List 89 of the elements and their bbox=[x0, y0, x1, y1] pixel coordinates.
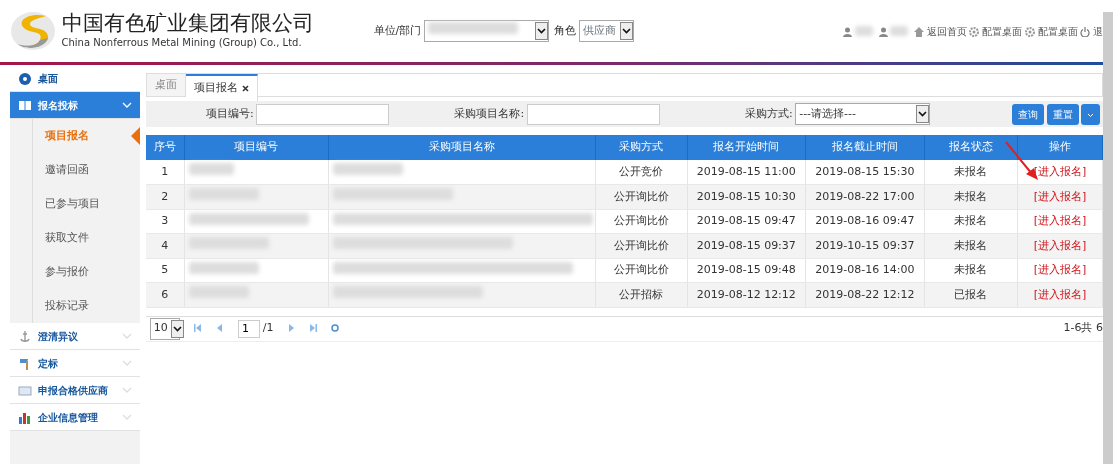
table-cell: 未报名 bbox=[924, 258, 1018, 283]
column-header: 报名开始时间 bbox=[687, 135, 806, 160]
table-cell: 4 bbox=[146, 233, 184, 258]
table-cell: 2 bbox=[146, 184, 184, 209]
table-cell: 2019-08-15 11:00 bbox=[687, 160, 806, 185]
role-label: 角色 bbox=[554, 22, 577, 39]
table-cell: 2019-08-15 10:30 bbox=[687, 184, 806, 209]
table-cell: 6 bbox=[146, 282, 184, 307]
table-cell: 公开询比价 bbox=[595, 258, 688, 283]
project-name-field[interactable] bbox=[526, 103, 660, 125]
sidebar-group[interactable]: 报名投标 bbox=[10, 92, 140, 119]
purchase-method-label: 采购方式: bbox=[744, 105, 793, 122]
company-name: 中国有色矿业集团有限公司 bbox=[61, 11, 314, 36]
sidebar-group[interactable]: 企业信息管理 bbox=[10, 404, 140, 431]
table-cell: 已报名 bbox=[924, 282, 1018, 307]
purchase-method-select[interactable]: ---请选择--- bbox=[795, 103, 931, 125]
table-cell: 2019-08-22 12:12 bbox=[805, 282, 925, 307]
table-cell: 公开竞价 bbox=[595, 160, 688, 185]
register-link[interactable]: [进入报名] bbox=[1033, 263, 1087, 276]
sidebar-item[interactable]: 参与报价 bbox=[32, 255, 140, 289]
header-link[interactable]: 返回首页 bbox=[913, 23, 967, 39]
unit-select[interactable] bbox=[423, 20, 549, 42]
table-cell: 未报名 bbox=[924, 184, 1018, 209]
register-link[interactable]: [进入报名] bbox=[1033, 214, 1087, 227]
table-cell: 未报名 bbox=[924, 233, 1018, 258]
caret-icon bbox=[1087, 112, 1095, 118]
table-cell: 2019-08-15 15:30 bbox=[805, 160, 925, 185]
table-cell: 2019-08-16 09:47 bbox=[805, 209, 925, 234]
unit-label: 单位/部门 bbox=[373, 22, 422, 39]
table-cell: 5 bbox=[146, 258, 184, 283]
column-header: 操作 bbox=[1017, 135, 1103, 160]
dropdown-caret-icon bbox=[620, 22, 634, 40]
logo-icon bbox=[10, 10, 56, 52]
sidebar-group[interactable]: 桌面 bbox=[10, 65, 140, 92]
tab[interactable]: 项目报名 bbox=[186, 74, 258, 101]
column-header: 序号 bbox=[146, 135, 184, 160]
sidebar-item[interactable]: 获取文件 bbox=[32, 221, 140, 255]
table-cell: 2019-08-12 12:12 bbox=[687, 282, 806, 307]
table-cell: 2019-08-15 09:37 bbox=[687, 233, 806, 258]
table-cell: 1 bbox=[146, 160, 184, 185]
column-header: 项目编号 bbox=[184, 135, 329, 160]
project-number-label: 项目编号: bbox=[206, 105, 254, 122]
table-cell: 公开询比价 bbox=[595, 233, 688, 258]
sidebar-item[interactable]: 邀请回函 bbox=[32, 153, 140, 187]
table-cell: 2019-08-22 17:00 bbox=[805, 184, 925, 209]
table-cell: 3 bbox=[146, 209, 184, 234]
table-cell: 2019-08-15 09:48 bbox=[687, 258, 806, 283]
project-number-field[interactable] bbox=[256, 103, 390, 125]
sidebar-group[interactable]: 澄清异议 bbox=[10, 323, 140, 350]
table-cell: 2019-08-15 09:47 bbox=[687, 209, 806, 234]
dropdown-caret-icon bbox=[534, 22, 548, 40]
blurred-text bbox=[332, 163, 403, 176]
sidebar-group[interactable]: 定标 bbox=[10, 350, 140, 377]
scrollbar[interactable] bbox=[1103, 12, 1113, 464]
selection-pointer-icon bbox=[131, 127, 140, 145]
table-cell: 未报名 bbox=[924, 160, 1018, 185]
anchor-icon bbox=[18, 328, 32, 344]
project-name-label: 采购项目名称: bbox=[454, 105, 525, 122]
arrow-annotation bbox=[1004, 140, 1040, 182]
column-header: 报名状态 bbox=[924, 135, 1018, 160]
header-link[interactable]: 配置桌面 bbox=[969, 23, 1022, 39]
table-cell: 公开询比价 bbox=[595, 184, 688, 209]
column-header: 采购项目名称 bbox=[328, 135, 596, 160]
header-link[interactable]: 配置桌面 bbox=[1024, 23, 1078, 39]
header-link[interactable]: 退 bbox=[1080, 23, 1103, 39]
column-header: 采购方式 bbox=[595, 135, 688, 160]
page-number-field[interactable]: 1 bbox=[238, 319, 260, 338]
role-select[interactable]: 供应商 bbox=[579, 20, 635, 42]
table-cell: 公开招标 bbox=[595, 282, 688, 307]
blurred-text bbox=[188, 261, 259, 274]
blurred-user-name bbox=[855, 26, 873, 36]
sidebar-item[interactable]: 已参与项目 bbox=[32, 187, 140, 221]
dropdown-caret-icon bbox=[916, 105, 930, 123]
column-header: 报名截止时间 bbox=[805, 135, 925, 160]
record-summary: 1-6共 6 bbox=[1063, 320, 1103, 337]
table-cell: 未报名 bbox=[924, 209, 1018, 234]
company-english-name: China Nonferrous Metal Mining (Group) Co., Ltd. bbox=[61, 36, 303, 51]
filter-button[interactable]: 查询 bbox=[1011, 103, 1044, 125]
dropdown-caret-icon bbox=[170, 319, 184, 338]
table-cell: 2019-10-15 09:37 bbox=[805, 233, 925, 258]
blurred-text bbox=[188, 163, 234, 176]
dashboard-icon bbox=[18, 70, 32, 86]
table-cell: 2019-08-16 14:00 bbox=[805, 258, 925, 283]
sidebar-group[interactable]: 申报合格供应商 bbox=[10, 377, 140, 404]
expand-button[interactable] bbox=[1081, 103, 1101, 125]
blurred-user-name bbox=[890, 26, 909, 36]
filter-button[interactable]: 重置 bbox=[1046, 103, 1079, 125]
total-pages: /1 bbox=[262, 320, 274, 337]
table-cell: 公开询比价 bbox=[595, 209, 688, 234]
